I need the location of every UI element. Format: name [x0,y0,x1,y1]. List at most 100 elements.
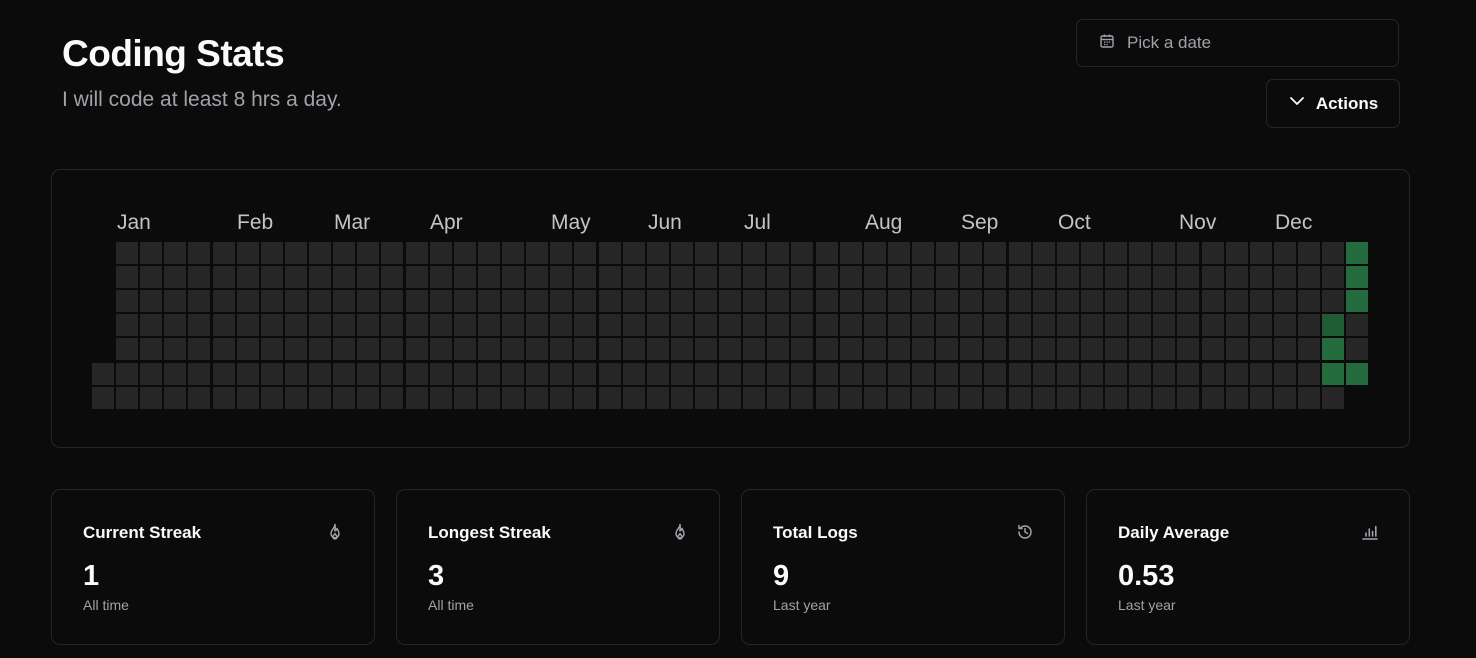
heatmap-day-cell[interactable] [984,266,1006,288]
heatmap-day-cell[interactable] [164,290,186,312]
heatmap-day-cell[interactable] [333,387,355,409]
heatmap-day-cell[interactable] [912,290,934,312]
heatmap-day-cell[interactable] [1009,363,1031,385]
heatmap-day-cell[interactable] [213,290,235,312]
heatmap-day-cell[interactable] [213,266,235,288]
heatmap-day-cell[interactable] [1009,242,1031,264]
heatmap-day-cell[interactable] [623,314,645,336]
heatmap-day-cell[interactable] [816,363,838,385]
heatmap-day-cell[interactable] [1346,363,1368,385]
heatmap-day-cell[interactable] [1177,363,1199,385]
heatmap-day-cell[interactable] [888,314,910,336]
heatmap-day-cell[interactable] [430,266,452,288]
heatmap-day-cell[interactable] [188,266,210,288]
heatmap-day-cell[interactable] [1081,314,1103,336]
heatmap-day-cell[interactable] [1057,363,1079,385]
heatmap-day-cell[interactable] [960,363,982,385]
heatmap-day-cell[interactable] [406,290,428,312]
heatmap-day-cell[interactable] [1274,338,1296,360]
heatmap-day-cell[interactable] [1346,314,1368,336]
heatmap-day-cell[interactable] [912,242,934,264]
heatmap-day-cell[interactable] [1202,266,1224,288]
heatmap-day-cell[interactable] [454,387,476,409]
heatmap-day-cell[interactable] [164,338,186,360]
heatmap-day-cell[interactable] [695,387,717,409]
heatmap-day-cell[interactable] [526,387,548,409]
heatmap-day-cell[interactable] [188,387,210,409]
heatmap-day-cell[interactable] [550,338,572,360]
heatmap-day-cell[interactable] [237,242,259,264]
heatmap-day-cell[interactable] [164,266,186,288]
heatmap-day-cell[interactable] [1033,363,1055,385]
heatmap-day-cell[interactable] [357,266,379,288]
heatmap-day-cell[interactable] [695,266,717,288]
heatmap-day-cell[interactable] [936,363,958,385]
heatmap-day-cell[interactable] [188,290,210,312]
heatmap-day-cell[interactable] [888,266,910,288]
heatmap-day-cell[interactable] [791,266,813,288]
heatmap-day-cell[interactable] [1129,290,1151,312]
heatmap-day-cell[interactable] [140,290,162,312]
heatmap-day-cell[interactable] [960,266,982,288]
heatmap-day-cell[interactable] [1202,338,1224,360]
heatmap-day-cell[interactable] [816,387,838,409]
heatmap-day-cell[interactable] [623,242,645,264]
heatmap-day-cell[interactable] [1298,387,1320,409]
heatmap-day-cell[interactable] [1129,242,1151,264]
heatmap-day-cell[interactable] [1177,387,1199,409]
heatmap-day-cell[interactable] [936,314,958,336]
heatmap-day-cell[interactable] [1033,338,1055,360]
heatmap-day-cell[interactable] [671,266,693,288]
heatmap-day-cell[interactable] [647,266,669,288]
heatmap-day-cell[interactable] [454,242,476,264]
heatmap-day-cell[interactable] [912,338,934,360]
heatmap-day-cell[interactable] [864,387,886,409]
heatmap-day-cell[interactable] [1298,314,1320,336]
heatmap-day-cell[interactable] [1177,266,1199,288]
heatmap-day-cell[interactable] [743,266,765,288]
heatmap-day-cell[interactable] [767,387,789,409]
heatmap-day-cell[interactable] [1081,338,1103,360]
heatmap-day-cell[interactable] [1057,242,1079,264]
heatmap-day-cell[interactable] [285,387,307,409]
heatmap-day-cell[interactable] [1202,387,1224,409]
heatmap-day-cell[interactable] [237,338,259,360]
heatmap-day-cell[interactable] [502,363,524,385]
heatmap-day-cell[interactable] [1081,266,1103,288]
heatmap-day-cell[interactable] [213,242,235,264]
heatmap-day-cell[interactable] [1274,242,1296,264]
heatmap-day-cell[interactable] [502,338,524,360]
heatmap-day-cell[interactable] [1346,338,1368,360]
heatmap-day-cell[interactable] [502,242,524,264]
heatmap-day-cell[interactable] [478,387,500,409]
heatmap-day-cell[interactable] [719,338,741,360]
heatmap-day-cell[interactable] [333,266,355,288]
heatmap-day-cell[interactable] [864,290,886,312]
heatmap-day-cell[interactable] [1129,338,1151,360]
heatmap-day-cell[interactable] [767,290,789,312]
heatmap-day-cell[interactable] [840,363,862,385]
heatmap-day-cell[interactable] [92,387,114,409]
heatmap-day-cell[interactable] [671,338,693,360]
heatmap-day-cell[interactable] [140,338,162,360]
heatmap-day-cell[interactable] [140,363,162,385]
heatmap-day-cell[interactable] [1057,290,1079,312]
heatmap-day-cell[interactable] [671,363,693,385]
heatmap-day-cell[interactable] [309,338,331,360]
heatmap-day-cell[interactable] [623,387,645,409]
heatmap-day-cell[interactable] [454,338,476,360]
heatmap-day-cell[interactable] [213,363,235,385]
heatmap-day-cell[interactable] [719,314,741,336]
heatmap-day-cell[interactable] [550,387,572,409]
heatmap-day-cell[interactable] [574,338,596,360]
heatmap-day-cell[interactable] [1202,314,1224,336]
heatmap-day-cell[interactable] [1033,314,1055,336]
heatmap-day-cell[interactable] [719,387,741,409]
heatmap-day-cell[interactable] [912,363,934,385]
heatmap-day-cell[interactable] [767,266,789,288]
heatmap-day-cell[interactable] [1322,314,1344,336]
heatmap-day-cell[interactable] [647,290,669,312]
heatmap-day-cell[interactable] [261,363,283,385]
heatmap-day-cell[interactable] [188,363,210,385]
heatmap-day-cell[interactable] [791,242,813,264]
